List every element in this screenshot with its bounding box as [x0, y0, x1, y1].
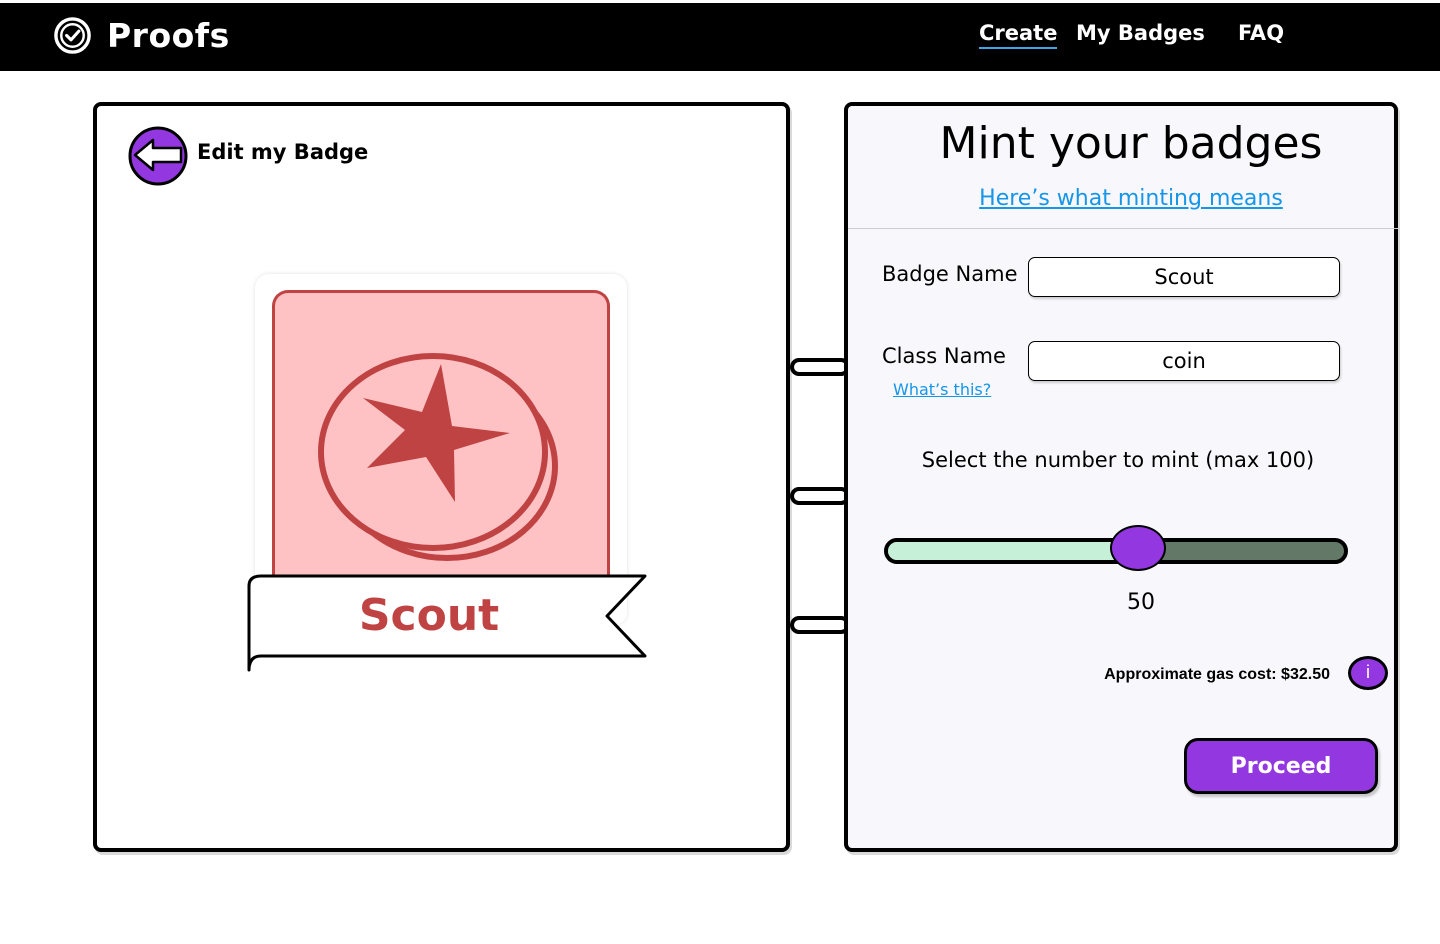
slider-fill [888, 542, 1116, 560]
nav-my-badges[interactable]: My Badges [1076, 21, 1205, 45]
badge-name-label: Badge Name [882, 262, 1018, 286]
info-button[interactable]: i [1348, 656, 1388, 690]
minting-help-link[interactable]: Here’s what minting means [848, 186, 1414, 211]
mint-title: Mint your badges [939, 118, 1323, 169]
nav-faq[interactable]: FAQ [1238, 21, 1284, 45]
class-name-input[interactable] [1028, 341, 1340, 381]
whats-this-link[interactable]: What’s this? [893, 380, 991, 399]
app-name: Proofs [107, 16, 230, 55]
badge-name-input[interactable] [1028, 257, 1340, 297]
badge-preview-panel: Edit my Badge Scout [93, 102, 790, 852]
divider [848, 228, 1398, 229]
panel-connector [790, 358, 850, 376]
proceed-button[interactable]: Proceed [1184, 738, 1378, 794]
slider-thumb[interactable] [1110, 525, 1166, 571]
class-name-label: Class Name [882, 344, 1006, 368]
panel-connector [790, 487, 850, 505]
badge-preview: Scout [247, 272, 649, 672]
gas-cost-text: Approximate gas cost: $32.50 [1104, 666, 1330, 683]
check-circle-icon [54, 17, 91, 54]
mint-count-label: Select the number to mint (max 100) [921, 448, 1315, 472]
edit-badge-title: Edit my Badge [197, 140, 369, 164]
panel-connector [790, 616, 850, 634]
slider-value: 50 [1127, 590, 1155, 615]
back-arrow-icon[interactable] [127, 124, 189, 186]
mint-panel: Mint your badges Here’s what minting mea… [844, 102, 1398, 852]
badge-name-label: Scout [358, 590, 500, 641]
top-nav-bar: Proofs Create My Badges FAQ [0, 3, 1440, 71]
coin-star-icon [318, 353, 558, 561]
nav-create[interactable]: Create [979, 21, 1058, 49]
app-logo[interactable]: Proofs [52, 15, 230, 56]
